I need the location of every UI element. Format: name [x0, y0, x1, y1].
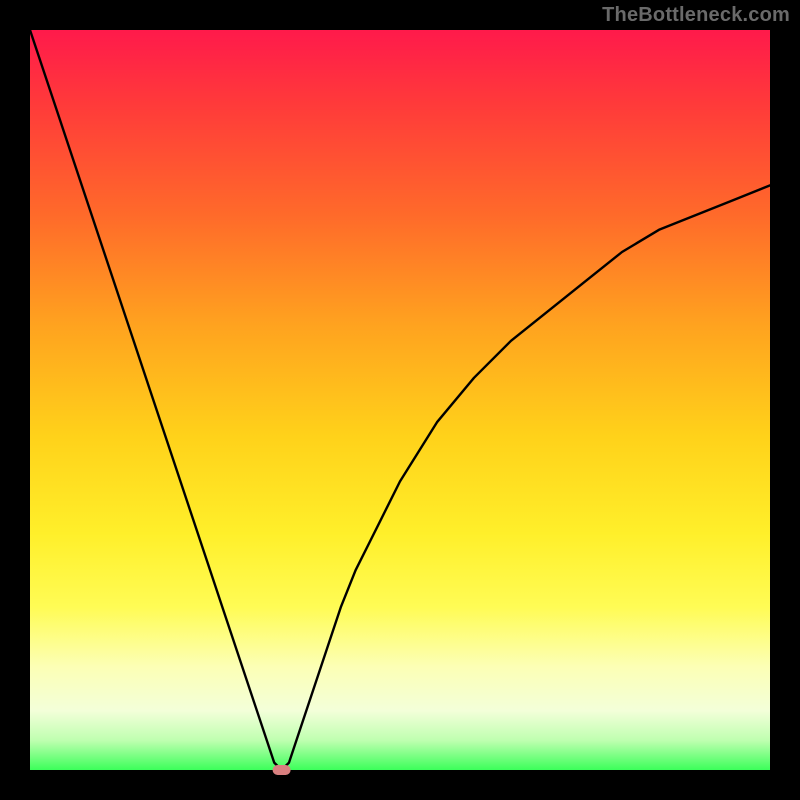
chart-curve-layer [30, 30, 770, 770]
chart-frame: TheBottleneck.com [0, 0, 800, 800]
bottleneck-curve [30, 30, 770, 770]
minimum-marker [273, 765, 291, 775]
source-attribution: TheBottleneck.com [602, 4, 790, 27]
